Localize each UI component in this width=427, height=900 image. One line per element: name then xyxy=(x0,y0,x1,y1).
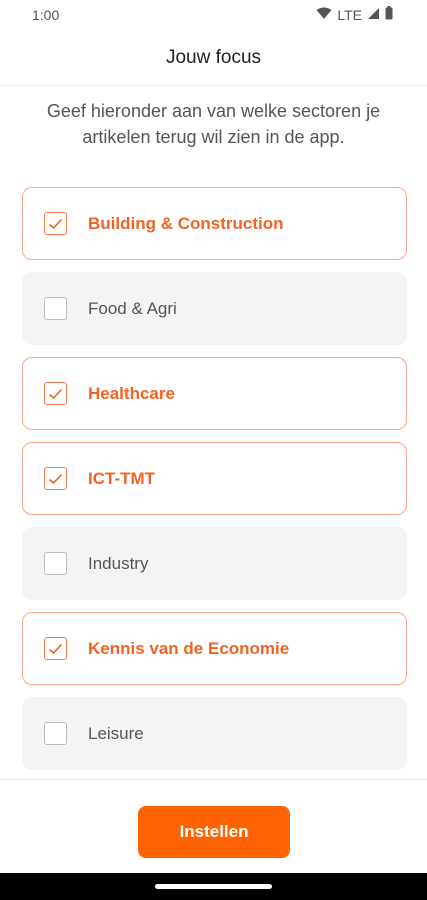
sector-item[interactable]: Food & Agri xyxy=(22,272,407,345)
sector-item[interactable]: Building & Construction xyxy=(22,187,407,260)
checkbox-checked-icon[interactable] xyxy=(44,467,67,490)
sector-label: Industry xyxy=(88,553,149,573)
status-icons: LTE xyxy=(316,6,393,23)
signal-icon xyxy=(367,7,380,23)
sector-item[interactable]: Leisure xyxy=(22,697,407,770)
checkbox-checked-icon[interactable] xyxy=(44,212,67,235)
instellen-button[interactable]: Instellen xyxy=(138,806,290,858)
checkbox-empty-icon[interactable] xyxy=(44,722,67,745)
intro-text: Geef hieronder aan van welke sectoren je… xyxy=(46,101,381,147)
page-title: Jouw focus xyxy=(165,47,262,68)
wifi-icon xyxy=(316,7,332,23)
sector-item[interactable]: Kennis van de Economie xyxy=(22,612,407,685)
sector-label: Food & Agri xyxy=(88,298,177,318)
sector-item[interactable]: Healthcare xyxy=(22,357,407,430)
sector-label: Kennis van de Economie xyxy=(88,638,290,658)
checkbox-empty-icon[interactable] xyxy=(44,552,67,575)
checkbox-empty-icon[interactable] xyxy=(44,297,67,320)
status-time: 1:00 xyxy=(32,7,60,23)
footer: Instellen xyxy=(0,779,427,873)
sector-label: Healthcare xyxy=(88,383,175,403)
navigation-bar xyxy=(0,873,427,900)
sector-item[interactable]: Industry xyxy=(22,527,407,600)
status-bar: 1:00 LTE xyxy=(0,0,427,30)
sector-label: Building & Construction xyxy=(88,213,284,233)
network-type: LTE xyxy=(337,6,362,23)
battery-icon xyxy=(385,6,393,23)
sector-label: ICT-TMT xyxy=(88,468,156,488)
checkbox-checked-icon[interactable] xyxy=(44,382,67,405)
sector-item[interactable]: ICT-TMT xyxy=(22,442,407,515)
header: Jouw focus xyxy=(0,30,427,86)
checkbox-checked-icon[interactable] xyxy=(44,637,67,660)
sector-list: Building & Construction Food & Agri Health… xyxy=(22,187,407,782)
home-indicator[interactable] xyxy=(155,884,272,889)
sector-label: Leisure xyxy=(88,723,144,743)
